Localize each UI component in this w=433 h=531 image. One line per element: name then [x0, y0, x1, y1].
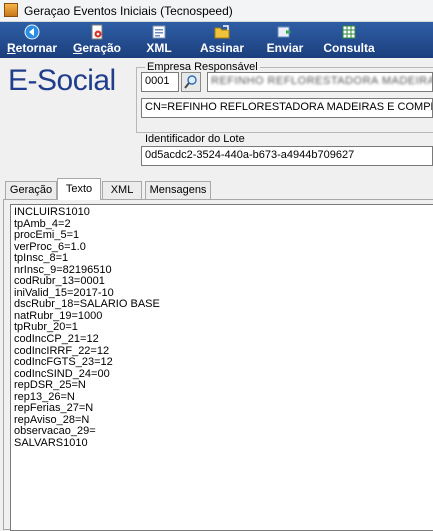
magnifier-icon: [184, 75, 197, 89]
send-icon: [277, 26, 292, 38]
retornar-button[interactable]: Retornar: [2, 22, 62, 58]
tabs-area: Geração Texto XML Mensagens INCLUIRS1010…: [3, 178, 433, 531]
memo-line: procEmi_5=1: [14, 229, 80, 242]
app-icon: [4, 3, 18, 17]
geracao-button[interactable]: Geração: [68, 22, 126, 58]
header-area: E-Social Empresa Responsável 0001 REFINH…: [0, 58, 433, 173]
tab-xml[interactable]: XML: [102, 181, 142, 199]
tab-bar: Geração Texto XML Mensagens: [3, 178, 433, 200]
empresa-lookup-button[interactable]: [181, 72, 201, 92]
folder-sign-icon: [214, 25, 230, 39]
memo-line: tpInsc_8=1: [14, 252, 69, 265]
enviar-button[interactable]: Enviar: [262, 22, 308, 58]
memo-line: verProc_6=1.0: [14, 240, 86, 253]
lote-label: Identificador do Lote: [145, 133, 245, 145]
title-bar: Geraçao Eventos Iniciais (Tecnospeed): [0, 0, 433, 22]
memo-line: repDSR_25=N: [14, 379, 86, 392]
tab-mensagens[interactable]: Mensagens: [145, 181, 211, 199]
memo-line: SALVARS1010: [14, 436, 88, 449]
toolbar: Retornar Geração XML Assinar Enviar Cons…: [0, 22, 433, 58]
certificate-cn-field[interactable]: CN=REFINHO REFLORESTADORA MADEIRAS E COM…: [141, 98, 433, 118]
consulta-button[interactable]: Consulta: [320, 22, 378, 58]
esocial-logo: E-Social: [8, 64, 116, 97]
texto-memo[interactable]: INCLUIRS1010 tpAmb_4=2 procEmi_5=1 verProc_…: [10, 204, 433, 531]
memo-line: codIncCP_21=12: [14, 333, 99, 346]
grid-search-icon: [342, 25, 356, 39]
memo-line: codIncFGTS_23=12: [14, 356, 113, 369]
back-arrow-icon: [24, 24, 40, 40]
lote-id-field[interactable]: 0d5acdc2-3524-440a-b673-a4944b709627: [141, 146, 433, 166]
tab-texto[interactable]: Texto: [57, 178, 101, 200]
xml-file-icon: [152, 25, 166, 39]
tab-geracao[interactable]: Geração: [5, 181, 57, 199]
assinar-button[interactable]: Assinar: [196, 22, 248, 58]
empresa-code-field[interactable]: 0001: [141, 72, 179, 92]
memo-line: INCLUIRS1010: [14, 206, 90, 218]
texto-tab-panel: INCLUIRS1010 tpAmb_4=2 procEmi_5=1 verProc_…: [3, 199, 433, 531]
window-title: Geraçao Eventos Iniciais (Tecnospeed): [24, 4, 233, 18]
document-gear-icon: [91, 24, 103, 40]
xml-button[interactable]: XML: [138, 22, 180, 58]
empresa-name-field[interactable]: REFINHO REFLORESTADORA MADEIRAS E: [207, 72, 433, 92]
